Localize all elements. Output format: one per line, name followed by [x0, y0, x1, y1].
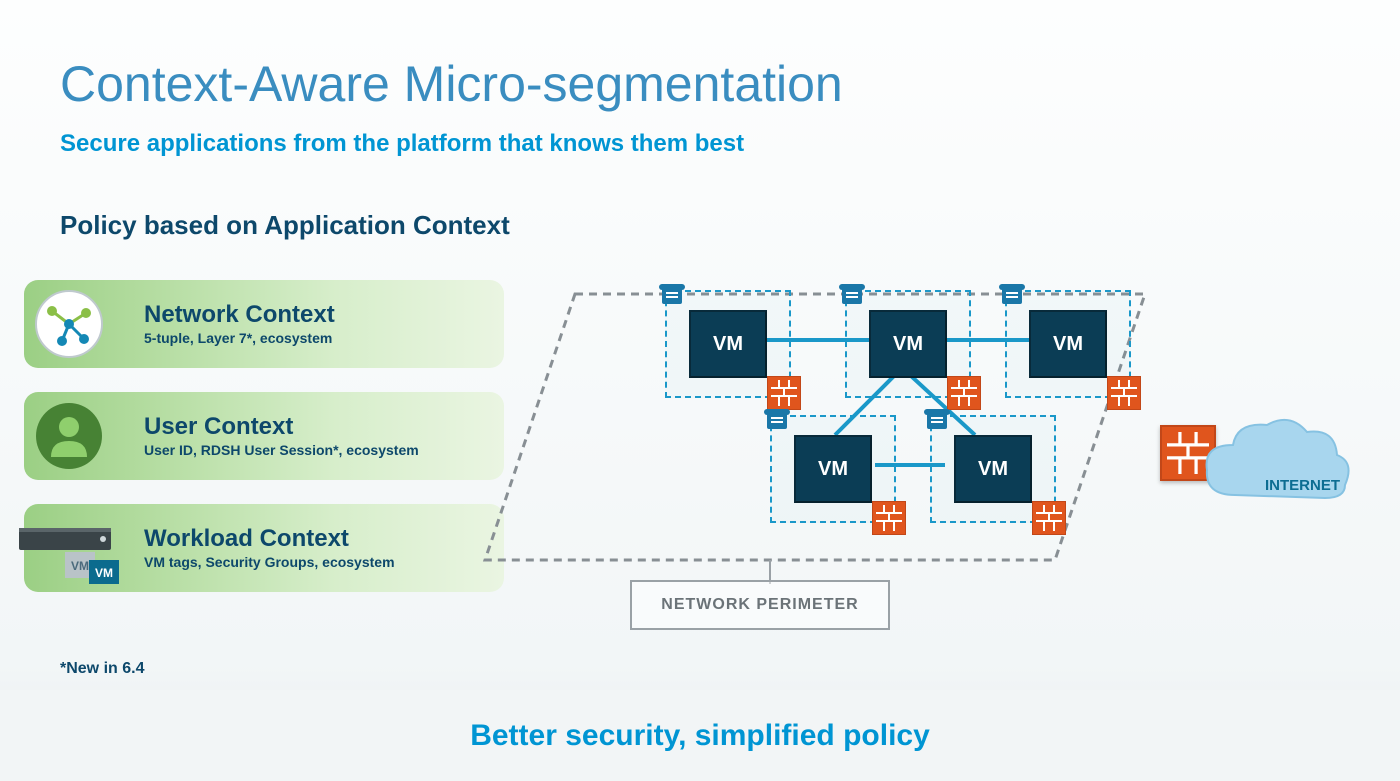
vm-box-label: VM [689, 310, 767, 378]
card-title: Network Context [144, 302, 335, 328]
firewall-icon [1032, 501, 1066, 535]
network-graph-icon [34, 289, 104, 359]
firewall-icon [767, 376, 801, 410]
vm-node: VM [845, 290, 971, 398]
perimeter-label: NETWORK PERIMETER [630, 580, 890, 630]
vm-node: VM [665, 290, 791, 398]
vm-node: VM [1005, 290, 1131, 398]
vm-box-label: VM [954, 435, 1032, 503]
server-vm-icon: VM VM [19, 524, 129, 584]
svg-text:VM: VM [71, 559, 89, 573]
slide-subtitle: Secure applications from the platform th… [60, 130, 744, 158]
bottom-text: Better security, simplified policy [470, 719, 930, 753]
network-diagram: VM VM VM [475, 260, 1375, 660]
svg-text:VM: VM [95, 566, 113, 580]
card-workload-context: VM VM Workload Context VM tags, Security… [24, 504, 504, 592]
policy-scroll-icon [839, 282, 865, 308]
firewall-icon [947, 376, 981, 410]
card-title: User Context [144, 414, 419, 440]
vm-node: VM [770, 415, 896, 523]
vm-node: VM [930, 415, 1056, 523]
firewall-icon [872, 501, 906, 535]
vm-box-label: VM [1029, 310, 1107, 378]
card-subtitle: User ID, RDSH User Session*, ecosystem [144, 442, 419, 458]
internet-label: INTERNET [1265, 477, 1340, 494]
bottom-bar: Better security, simplified policy [0, 690, 1400, 781]
user-icon [34, 401, 104, 471]
vm-box-label: VM [869, 310, 947, 378]
policy-scroll-icon [999, 282, 1025, 308]
firewall-icon [1107, 376, 1141, 410]
policy-scroll-icon [659, 282, 685, 308]
card-user-context: User Context User ID, RDSH User Session*… [24, 392, 504, 480]
section-heading: Policy based on Application Context [60, 210, 510, 241]
vm-box-label: VM [794, 435, 872, 503]
card-network-context: Network Context 5-tuple, Layer 7*, ecosy… [24, 280, 504, 368]
card-subtitle: 5-tuple, Layer 7*, ecosystem [144, 330, 335, 346]
cloud-icon [1195, 410, 1355, 525]
policy-scroll-icon [764, 407, 790, 433]
card-title: Workload Context [144, 526, 395, 552]
card-subtitle: VM tags, Security Groups, ecosystem [144, 554, 395, 570]
policy-scroll-icon [924, 407, 950, 433]
footnote: *New in 6.4 [60, 660, 144, 678]
slide-title: Context-Aware Micro-segmentation [60, 55, 843, 113]
